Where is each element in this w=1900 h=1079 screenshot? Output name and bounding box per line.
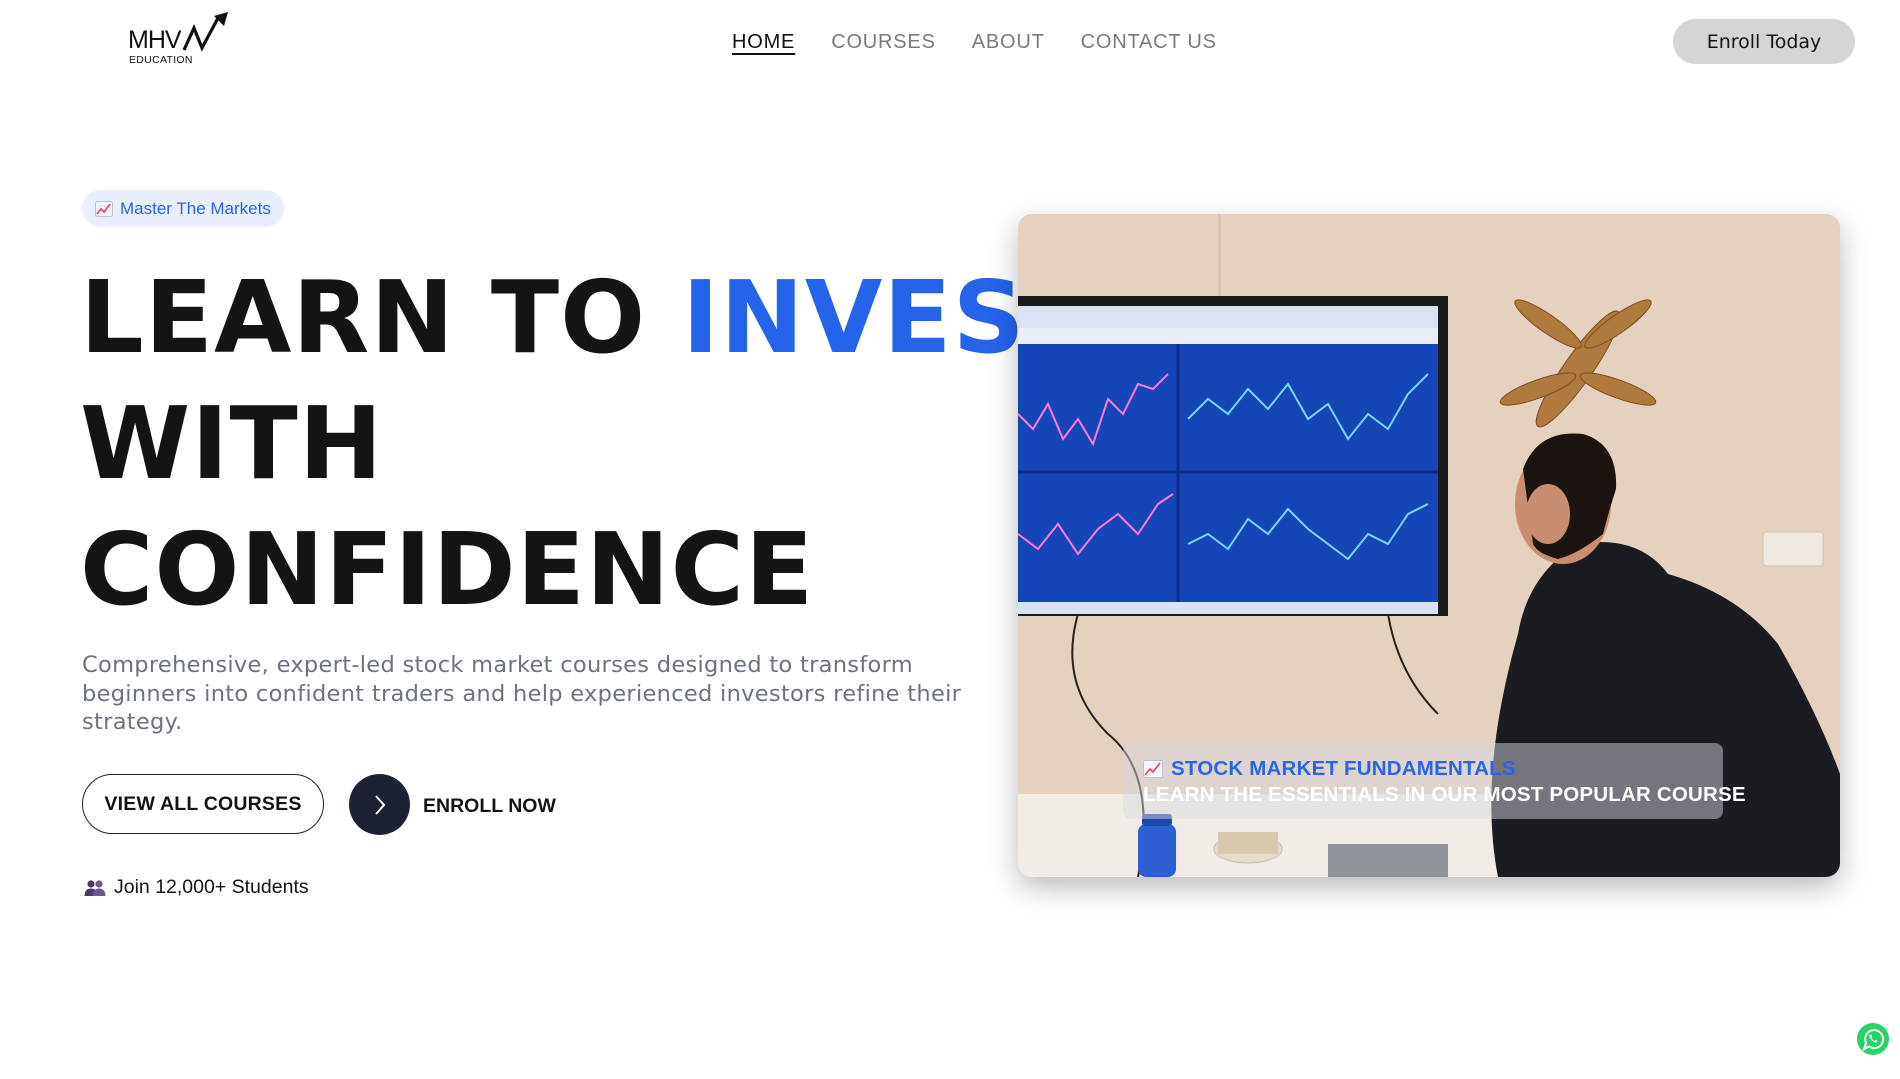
nav-home[interactable]: HOME: [732, 30, 795, 54]
logo-subtitle: EDUCATION: [129, 54, 193, 66]
view-all-courses-button[interactable]: VIEW ALL COURSES: [82, 774, 324, 834]
caption-title: STOCK MARKET FUNDAMENTALS: [1171, 757, 1516, 780]
whatsapp-icon: [1857, 1023, 1889, 1055]
hero-badge-label: Master The Markets: [120, 198, 271, 218]
headline-line2: WITH: [80, 385, 384, 502]
chart-increasing-icon: [1143, 760, 1163, 778]
nav-courses[interactable]: COURSES: [831, 30, 936, 54]
hero-image: STOCK MARKET FUNDAMENTALS LEARN THE ESSE…: [1018, 214, 1840, 877]
enroll-now-link[interactable]: ENROLL NOW: [423, 795, 556, 818]
logo[interactable]: MHV EDUCATION: [128, 12, 232, 66]
enroll-today-button[interactable]: Enroll Today: [1673, 19, 1855, 64]
caption-subtitle: LEARN THE ESSENTIALS IN OUR MOST POPULAR…: [1143, 783, 1746, 806]
whatsapp-button[interactable]: [1856, 1022, 1890, 1056]
nav-contact-us[interactable]: CONTACT US: [1081, 30, 1217, 54]
chart-increasing-icon: [95, 200, 113, 217]
headline-line3: CONFIDENCE: [80, 511, 815, 628]
students-label: Join 12,000+ Students: [114, 876, 309, 898]
chevron-right-icon: [374, 794, 385, 815]
hero-badge: Master The Markets: [82, 190, 284, 227]
users-icon: [84, 879, 106, 896]
image-caption: STOCK MARKET FUNDAMENTALS LEARN THE ESSE…: [1123, 743, 1746, 819]
hero-description: Comprehensive, expert-led stock market c…: [82, 652, 962, 735]
main-nav: HOME COURSES ABOUT CONTACT US: [732, 30, 1217, 54]
nav-about[interactable]: ABOUT: [972, 30, 1045, 54]
enroll-now-arrow-button[interactable]: [349, 774, 410, 835]
students-count: Join 12,000+ Students: [84, 876, 309, 899]
headline-part1: LEARN TO: [80, 259, 682, 376]
hero-headline: LEARN TO INVEST WITH CONFIDENCE: [80, 255, 1095, 633]
